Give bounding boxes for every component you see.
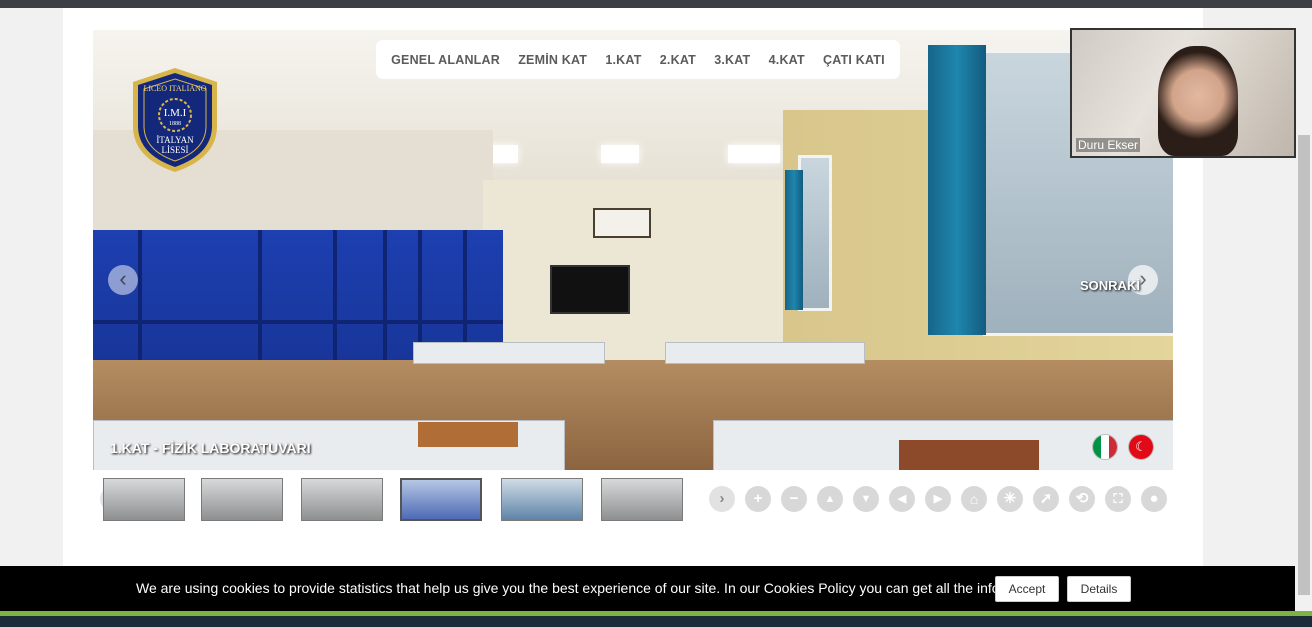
gyro-icon: ➚ <box>1039 490 1053 507</box>
chevron-right-icon: › <box>1139 266 1147 291</box>
arrow-down-icon: ▼ <box>860 493 872 505</box>
back-wall <box>483 180 783 360</box>
arrow-right-icon: ▶ <box>933 493 943 505</box>
look-up-button[interactable]: ▲ <box>817 486 843 512</box>
nav-floor-3[interactable]: 3.KAT <box>714 53 750 67</box>
zoom-out-button[interactable]: − <box>781 486 807 512</box>
info-button[interactable]: ● <box>1141 486 1167 512</box>
scene-title: 1.KAT - FİZİK LABORATUVARI <box>110 440 311 456</box>
curtain <box>928 45 986 335</box>
scene-thumbnail[interactable] <box>601 478 683 521</box>
browser-top-bar <box>0 0 1312 8</box>
cookie-message: We are using cookies to provide statisti… <box>136 580 1051 596</box>
scene-thumbnail[interactable] <box>103 478 185 521</box>
nav-floor-4[interactable]: 4.KAT <box>769 53 805 67</box>
logo-text-year: 1888 <box>169 121 181 127</box>
arrow-left-icon: ◀ <box>897 493 907 505</box>
zoom-out-icon: − <box>789 490 799 507</box>
panorama-viewer[interactable] <box>93 30 1173 470</box>
participant-name: Duru Ekser <box>1076 138 1141 152</box>
look-down-button[interactable]: ▼ <box>853 486 879 512</box>
zoom-in-icon: + <box>753 490 763 507</box>
nav-attic[interactable]: ÇATI KATI <box>823 53 885 67</box>
thumbs-next-button[interactable]: › <box>709 486 735 512</box>
chevron-left-icon: ‹ <box>119 266 127 291</box>
television <box>550 265 630 314</box>
scene-thumbnail-selected[interactable] <box>400 478 482 521</box>
ceiling-lamp <box>601 145 639 163</box>
fullscreen-icon: ⛶ <box>1113 491 1123 506</box>
participant-video <box>1158 46 1238 156</box>
video-call-overlay[interactable]: Duru Ekser <box>1070 28 1296 158</box>
os-taskbar <box>0 616 1312 627</box>
logo-text-imi: I.M.I <box>164 107 187 119</box>
logo-text-top: LICEO ITALIANO <box>143 84 206 93</box>
autorotate-icon: ✳ <box>1003 490 1017 507</box>
curtain <box>785 170 803 310</box>
chevron-right-icon: › <box>719 490 725 507</box>
vr-button[interactable]: ⟲ <box>1069 486 1095 512</box>
language-italian-button[interactable] <box>1093 435 1117 459</box>
nav-ground-floor[interactable]: ZEMİN KAT <box>518 53 587 67</box>
logo-text-lisesi: LİSESİ <box>162 145 189 155</box>
home-icon: ⌂ <box>969 491 979 507</box>
window <box>798 155 832 311</box>
look-left-button[interactable]: ◀ <box>889 486 915 512</box>
wall-frames <box>593 208 651 238</box>
nav-floor-2[interactable]: 2.KAT <box>660 53 696 67</box>
lab-equipment <box>899 440 1039 470</box>
school-logo: LICEO ITALIANO I.M.I 1888 İTALYAN LİSESİ <box>131 66 219 174</box>
lab-desk <box>413 342 605 364</box>
ceiling-lamp <box>728 145 780 163</box>
info-icon: ● <box>1149 490 1159 507</box>
floor-navigation: GENEL ALANLAR ZEMİN KAT 1.KAT 2.KAT 3.KA… <box>376 40 900 79</box>
scrollbar-thumb[interactable] <box>1298 135 1310 595</box>
look-right-button[interactable]: ▶ <box>925 486 951 512</box>
turkey-flag-icon: ☾ <box>1135 439 1147 454</box>
fullscreen-button[interactable]: ⛶ <box>1105 486 1131 512</box>
cookie-details-button[interactable]: Details <box>1067 576 1131 602</box>
scene-thumbnail[interactable] <box>201 478 283 521</box>
previous-scene-button[interactable]: ‹ <box>108 265 138 295</box>
vr-icon: ⟲ <box>1075 490 1089 507</box>
logo-text-italyan: İTALYAN <box>156 135 194 145</box>
home-button[interactable]: ⌂ <box>961 486 987 512</box>
nav-floor-1[interactable]: 1.KAT <box>605 53 641 67</box>
language-turkish-button[interactable]: ☾ <box>1129 435 1153 459</box>
autorotate-button[interactable]: ✳ <box>997 486 1023 512</box>
next-scene-label[interactable]: SONRAKİ <box>1080 278 1140 293</box>
lab-desk <box>665 342 865 364</box>
gyro-button[interactable]: ➚ <box>1033 486 1059 512</box>
nav-general-areas[interactable]: GENEL ALANLAR <box>391 53 500 67</box>
zoom-in-button[interactable]: + <box>745 486 771 512</box>
scene-thumbnail[interactable] <box>301 478 383 521</box>
cookie-accept-button[interactable]: Accept <box>995 576 1059 602</box>
lab-equipment <box>418 422 518 447</box>
scene-thumbnail[interactable] <box>501 478 583 521</box>
arrow-up-icon: ▲ <box>824 493 836 505</box>
